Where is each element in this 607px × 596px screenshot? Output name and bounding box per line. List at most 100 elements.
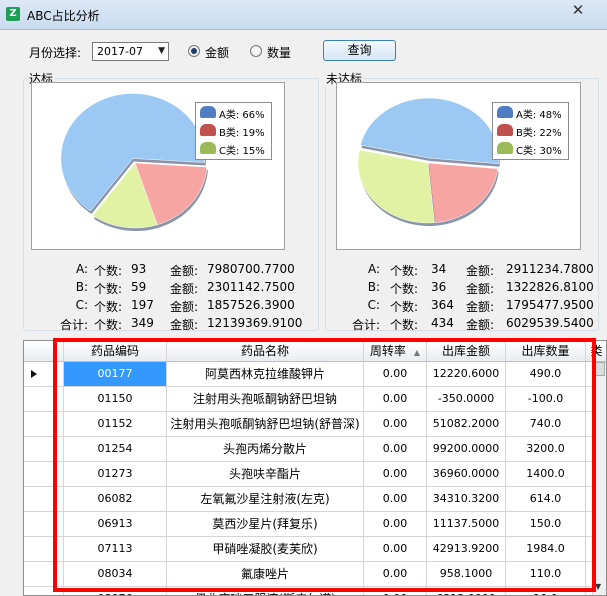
table-row[interactable]: 00177 阿莫西林克拉维酸钾片 0.00 12220.6000 490.0 bbox=[24, 362, 606, 387]
cell-qty[interactable]: 150.0 bbox=[506, 512, 586, 536]
header-row-indicator bbox=[24, 341, 64, 361]
stat-class-label: 合计: bbox=[60, 318, 89, 332]
row-header[interactable] bbox=[24, 437, 64, 461]
grid-header: 药品编码 药品名称 周转率 ▲ 出库金额 出库数量 类 bbox=[24, 341, 606, 362]
column-header[interactable]: 出库数量 bbox=[506, 341, 586, 361]
table-row[interactable]: 01152 注射用头孢哌酮钠舒巴坦钠(舒普深) 0.00 51082.2000 740.… bbox=[24, 412, 606, 437]
cell-name[interactable]: 莫西沙星片(拜复乐) bbox=[167, 512, 364, 536]
cell-code[interactable]: 01150 bbox=[64, 387, 167, 411]
column-header[interactable]: 药品编码 bbox=[64, 341, 167, 361]
cell-qty[interactable]: 740.0 bbox=[506, 412, 586, 436]
cell-rate[interactable]: 0.00 bbox=[364, 462, 427, 486]
row-header[interactable] bbox=[24, 537, 64, 561]
row-header[interactable] bbox=[24, 512, 64, 536]
table-row[interactable]: 01273 头孢呋辛酯片 0.00 36960.0000 1400.0 bbox=[24, 462, 606, 487]
cell-amount[interactable]: 36960.0000 bbox=[427, 462, 506, 486]
stat-amount-label: 金额: bbox=[170, 282, 199, 296]
cell-code[interactable]: 08034 bbox=[64, 562, 167, 586]
cell-code[interactable]: 00177 bbox=[64, 362, 167, 386]
radio-amount-label[interactable]: 金额 bbox=[205, 44, 229, 61]
table-row[interactable]: 01150 注射用头孢哌酮钠舒巴坦钠 0.00 -350.0000 -100.0 bbox=[24, 387, 606, 412]
stat-amount-value: 2911234.7800 bbox=[506, 262, 594, 276]
stat-amount-value: 1857526.3900 bbox=[207, 298, 295, 312]
cell-amount[interactable]: 6313.0000 bbox=[427, 587, 506, 595]
cell-amount[interactable]: 34310.3200 bbox=[427, 487, 506, 511]
cell-qty[interactable]: 1984.0 bbox=[506, 537, 586, 561]
table-row[interactable]: 06082 左氧氟沙星注射液(左克) 0.00 34310.3200 614.0 bbox=[24, 487, 606, 512]
cell-code[interactable]: 01152 bbox=[64, 412, 167, 436]
radio-quantity[interactable] bbox=[250, 45, 262, 57]
column-header[interactable]: 周转率 ▲ bbox=[364, 341, 427, 361]
cell-amount[interactable]: 958.1000 bbox=[427, 562, 506, 586]
cell-qty[interactable]: 110.0 bbox=[506, 562, 586, 586]
cell-rate[interactable]: 0.00 bbox=[364, 412, 427, 436]
column-header-label: 类 bbox=[590, 344, 603, 358]
sort-ascending-icon: ▲ bbox=[413, 348, 421, 357]
cell-rate[interactable]: 0.00 bbox=[364, 537, 427, 561]
cell-code[interactable]: 01254 bbox=[64, 437, 167, 461]
cell-name[interactable]: 注射用头孢哌酮钠舒巴坦钠 bbox=[167, 387, 364, 411]
scrollbar-thumb[interactable] bbox=[595, 362, 605, 376]
month-select[interactable]: 2017-07 ▼ bbox=[92, 42, 169, 61]
close-button[interactable]: ✕ bbox=[559, 0, 597, 20]
drug-data-grid[interactable]: 药品编码 药品名称 周转率 ▲ 出库金额 出库数量类 00177 阿莫西林克拉维酸钾片 0.0… bbox=[23, 340, 607, 596]
row-header[interactable] bbox=[24, 462, 64, 486]
cell-name[interactable]: 头孢丙烯分散片 bbox=[167, 437, 364, 461]
cell-amount[interactable]: 12220.6000 bbox=[427, 362, 506, 386]
row-header[interactable] bbox=[24, 487, 64, 511]
stat-amount-value: 2301142.7500 bbox=[207, 280, 295, 294]
cell-rate[interactable]: 0.00 bbox=[364, 562, 427, 586]
cell-name[interactable]: 阿莫西林克拉维酸钾片 bbox=[167, 362, 364, 386]
cell-code[interactable]: 06913 bbox=[64, 512, 167, 536]
table-row[interactable]: 01254 头孢丙烯分散片 0.00 99200.0000 3200.0 bbox=[24, 437, 606, 462]
cell-rate[interactable]: 0.00 bbox=[364, 362, 427, 386]
stat-amount-label: 金额: bbox=[466, 318, 495, 332]
row-header[interactable] bbox=[24, 412, 64, 436]
radio-amount[interactable] bbox=[188, 45, 200, 57]
chevron-down-icon[interactable]: ▼ bbox=[158, 43, 165, 60]
cell-qty[interactable]: 3200.0 bbox=[506, 437, 586, 461]
cell-amount[interactable]: 11137.5000 bbox=[427, 512, 506, 536]
cell-rate[interactable]: 0.00 bbox=[364, 487, 427, 511]
cell-qty[interactable]: 490.0 bbox=[506, 362, 586, 386]
cell-amount[interactable]: 42913.9200 bbox=[427, 537, 506, 561]
row-header[interactable] bbox=[24, 362, 64, 386]
table-row[interactable]: 08034 氟康唑片 0.00 958.1000 110.0 bbox=[24, 562, 606, 587]
column-header[interactable]: 药品名称 bbox=[167, 341, 364, 361]
cell-qty[interactable]: -100.0 bbox=[506, 387, 586, 411]
cell-name[interactable]: 甲硝唑凝胶(麦芙欣) bbox=[167, 537, 364, 561]
cell-rate[interactable]: 0.00 bbox=[364, 437, 427, 461]
cell-code[interactable]: 07113 bbox=[64, 537, 167, 561]
cell-qty[interactable]: 614.0 bbox=[506, 487, 586, 511]
cell-qty[interactable]: 1400.0 bbox=[506, 462, 586, 486]
cell-amount[interactable]: 99200.0000 bbox=[427, 437, 506, 461]
row-header[interactable] bbox=[24, 387, 64, 411]
table-row[interactable]: 08076伊曲康唑口服液(斯皮仁诺)0.006313.000010.0 bbox=[24, 587, 606, 595]
cell-code[interactable]: 08076 bbox=[64, 587, 167, 595]
cell-rate[interactable]: 0.00 bbox=[364, 587, 427, 595]
scroll-down-icon[interactable]: ▼ bbox=[595, 582, 601, 591]
cell-code[interactable]: 01273 bbox=[64, 462, 167, 486]
row-header[interactable] bbox=[24, 587, 64, 595]
cell-amount[interactable]: -350.0000 bbox=[427, 387, 506, 411]
cell-amount[interactable]: 51082.2000 bbox=[427, 412, 506, 436]
cell-qty[interactable]: 10.0 bbox=[506, 587, 586, 595]
table-row[interactable]: 06913 莫西沙星片(拜复乐) 0.00 11137.5000 150.0 bbox=[24, 512, 606, 537]
legend-label: C类: 15% bbox=[219, 146, 265, 157]
stat-count-label: 个数: bbox=[94, 318, 123, 332]
vertical-scrollbar[interactable]: ▼ bbox=[592, 362, 606, 595]
cell-name[interactable]: 注射用头孢哌酮钠舒巴坦钠(舒普深) bbox=[167, 412, 364, 436]
cell-name[interactable]: 氟康唑片 bbox=[167, 562, 364, 586]
cell-rate[interactable]: 0.00 bbox=[364, 387, 427, 411]
cell-name[interactable]: 伊曲康唑口服液(斯皮仁诺) bbox=[167, 587, 364, 595]
cell-name[interactable]: 头孢呋辛酯片 bbox=[167, 462, 364, 486]
column-header[interactable]: 类 bbox=[586, 341, 606, 361]
radio-quantity-label[interactable]: 数量 bbox=[267, 44, 291, 61]
cell-code[interactable]: 06082 bbox=[64, 487, 167, 511]
table-row[interactable]: 07113 甲硝唑凝胶(麦芙欣) 0.00 42913.9200 1984.0 bbox=[24, 537, 606, 562]
query-button[interactable]: 查询 bbox=[323, 40, 396, 61]
row-header[interactable] bbox=[24, 562, 64, 586]
cell-rate[interactable]: 0.00 bbox=[364, 512, 427, 536]
cell-name[interactable]: 左氧氟沙星注射液(左克) bbox=[167, 487, 364, 511]
column-header[interactable]: 出库金额 bbox=[427, 341, 506, 361]
